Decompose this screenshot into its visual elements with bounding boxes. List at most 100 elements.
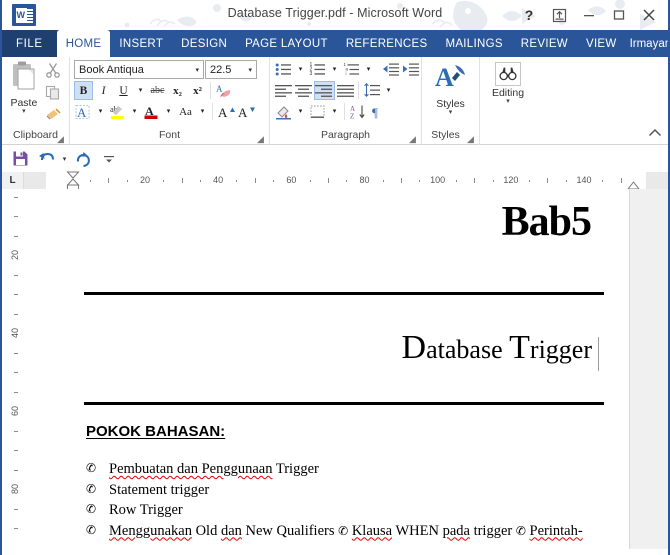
vertical-ruler[interactable]: 20 40 60 80: [2, 189, 24, 549]
dialog-launcher-icon[interactable]: ◢: [466, 135, 475, 144]
ruler-number: 60: [9, 405, 20, 417]
ribbon-display-options-icon[interactable]: [544, 1, 574, 29]
ruler-tick: [565, 180, 567, 182]
tab-file[interactable]: FILE: [2, 30, 57, 57]
chevron-down-icon[interactable]: ▾: [294, 60, 307, 79]
chevron-down-icon[interactable]: ▾: [192, 66, 201, 74]
clear-formatting-button[interactable]: A: [214, 81, 233, 100]
tab-review[interactable]: REVIEW: [512, 30, 577, 57]
chevron-down-icon[interactable]: ▾: [362, 60, 375, 79]
justify-button[interactable]: [336, 81, 355, 100]
numbered-list-button[interactable]: 123: [308, 60, 327, 79]
tab-references[interactable]: REFERENCES: [337, 30, 437, 57]
text-highlight-color-button[interactable]: ab: [108, 102, 127, 121]
close-icon[interactable]: [634, 1, 664, 29]
align-left-button[interactable]: [274, 81, 293, 100]
line-spacing-button[interactable]: [362, 81, 381, 100]
shading-button[interactable]: [274, 102, 293, 121]
paste-button[interactable]: Paste ▾: [6, 60, 42, 115]
copy-button[interactable]: [45, 85, 61, 105]
undo-icon[interactable]: [34, 148, 58, 170]
chevron-down-icon[interactable]: ▾: [328, 102, 341, 121]
chevron-down-icon[interactable]: ▾: [196, 102, 209, 121]
spellcheck-error-text: Perintah-: [529, 522, 583, 539]
align-center-button[interactable]: [294, 81, 313, 100]
chevron-down-icon[interactable]: ▾: [449, 109, 453, 116]
tab-stop-selector[interactable]: L: [2, 172, 24, 189]
document-workspace: 20 40 60 80 Bab5 Database Trigger POKOK BAH…: [2, 189, 668, 549]
horizontal-ruler[interactable]: L 20 40 60 80 100 120 140: [2, 171, 668, 191]
chevron-down-icon[interactable]: ▾: [22, 108, 26, 115]
text-effects-button[interactable]: A: [74, 102, 93, 121]
increase-indent-button[interactable]: [401, 60, 420, 79]
list-item-text: Menggunakan Old dan New Qualifiers ✆ Kla…: [109, 523, 609, 540]
customize-quick-access-icon[interactable]: [97, 148, 121, 170]
tab-mailings[interactable]: MAILINGS: [436, 30, 511, 57]
ruler-tick: [474, 178, 476, 183]
list-item[interactable]: ✆ Row Trigger: [86, 502, 609, 523]
chevron-down-icon[interactable]: ▾: [134, 81, 147, 100]
cut-button[interactable]: [45, 62, 61, 83]
undo-chevron-down-icon[interactable]: ▾: [60, 155, 69, 163]
horizontal-ruler-track[interactable]: 20 40 60 80 100 120 140: [24, 171, 668, 191]
minimize-icon[interactable]: [574, 1, 604, 29]
chevron-down-icon[interactable]: ▾: [162, 102, 175, 121]
chevron-down-icon[interactable]: ▾: [94, 102, 107, 121]
shrink-font-button[interactable]: A: [236, 102, 255, 121]
tab-design[interactable]: DESIGN: [172, 30, 236, 57]
account-name[interactable]: Irmayani...: [626, 38, 668, 50]
document-page[interactable]: Bab5 Database Trigger POKOK BAHASAN: ✆ Pe…: [24, 189, 629, 549]
tab-page-layout[interactable]: PAGE LAYOUT: [236, 30, 337, 57]
grow-font-button[interactable]: A: [216, 102, 235, 121]
font-name-combo[interactable]: Book Antiqua ▾: [74, 60, 204, 79]
align-right-button[interactable]: [314, 81, 335, 100]
dialog-launcher-icon[interactable]: ◢: [408, 135, 417, 144]
font-size-combo[interactable]: 22.5 ▾: [205, 60, 257, 79]
section-heading: POKOK BAHASAN:: [86, 423, 225, 440]
superscript-button[interactable]: x²: [188, 81, 207, 100]
list-item[interactable]: ✆ Statement trigger: [86, 482, 609, 503]
help-icon[interactable]: ?: [514, 1, 544, 29]
ruler-number: 40: [9, 327, 20, 339]
format-painter-button[interactable]: [45, 107, 62, 127]
bullet-list-button[interactable]: [274, 60, 293, 79]
multilevel-list-button[interactable]: 1ai: [342, 60, 361, 79]
chevron-down-icon[interactable]: ▾: [294, 102, 307, 121]
strikethrough-button[interactable]: abc: [148, 81, 167, 100]
redo-icon[interactable]: [71, 148, 95, 170]
dialog-launcher-icon[interactable]: ◢: [56, 135, 65, 144]
save-icon[interactable]: [8, 148, 32, 170]
page-scroll-area[interactable]: Bab5 Database Trigger POKOK BAHASAN: ✆ Pe…: [24, 189, 668, 549]
borders-button[interactable]: [308, 102, 327, 121]
list-item[interactable]: ✆ Menggunakan Old dan New Qualifiers ✆ Kl…: [86, 523, 609, 544]
chevron-down-icon[interactable]: ▾: [245, 66, 254, 74]
italic-button[interactable]: I: [94, 81, 113, 100]
decrease-indent-button[interactable]: [381, 60, 400, 79]
restore-icon[interactable]: [604, 1, 634, 29]
chevron-down-icon[interactable]: ▾: [328, 60, 341, 79]
show-formatting-marks-button[interactable]: ¶: [368, 102, 387, 121]
underline-button[interactable]: U: [114, 81, 133, 100]
chevron-down-icon[interactable]: ▾: [128, 102, 141, 121]
tab-insert[interactable]: INSERT: [110, 30, 172, 57]
svg-text:A: A: [216, 84, 223, 94]
ruler-tick: [199, 180, 201, 182]
svg-text:A: A: [77, 105, 87, 120]
chevron-down-icon[interactable]: ▾: [382, 81, 395, 100]
sort-button[interactable]: A Z: [348, 102, 367, 121]
styles-button[interactable]: A Styles ▾: [428, 60, 474, 116]
bullet-list[interactable]: ✆ Pembuatan dan Penggunaan Trigger ✆ Statem…: [86, 461, 609, 543]
subscript-button[interactable]: x₂: [168, 81, 187, 100]
tab-home[interactable]: HOME: [56, 30, 111, 57]
ruler-tick: [181, 178, 183, 183]
change-case-button[interactable]: Aa: [176, 102, 195, 121]
list-item[interactable]: ✆ Pembuatan dan Penggunaan Trigger: [86, 461, 609, 482]
bold-button[interactable]: B: [74, 81, 93, 100]
chevron-down-icon[interactable]: ▾: [506, 98, 510, 105]
font-color-button[interactable]: A: [142, 102, 161, 121]
list-item-text: Statement trigger: [109, 482, 609, 499]
tab-view[interactable]: VIEW: [577, 30, 626, 57]
dialog-launcher-icon[interactable]: ◢: [256, 135, 265, 144]
editing-button[interactable]: Editing ▾: [485, 60, 531, 105]
collapse-ribbon-icon[interactable]: [648, 128, 662, 141]
